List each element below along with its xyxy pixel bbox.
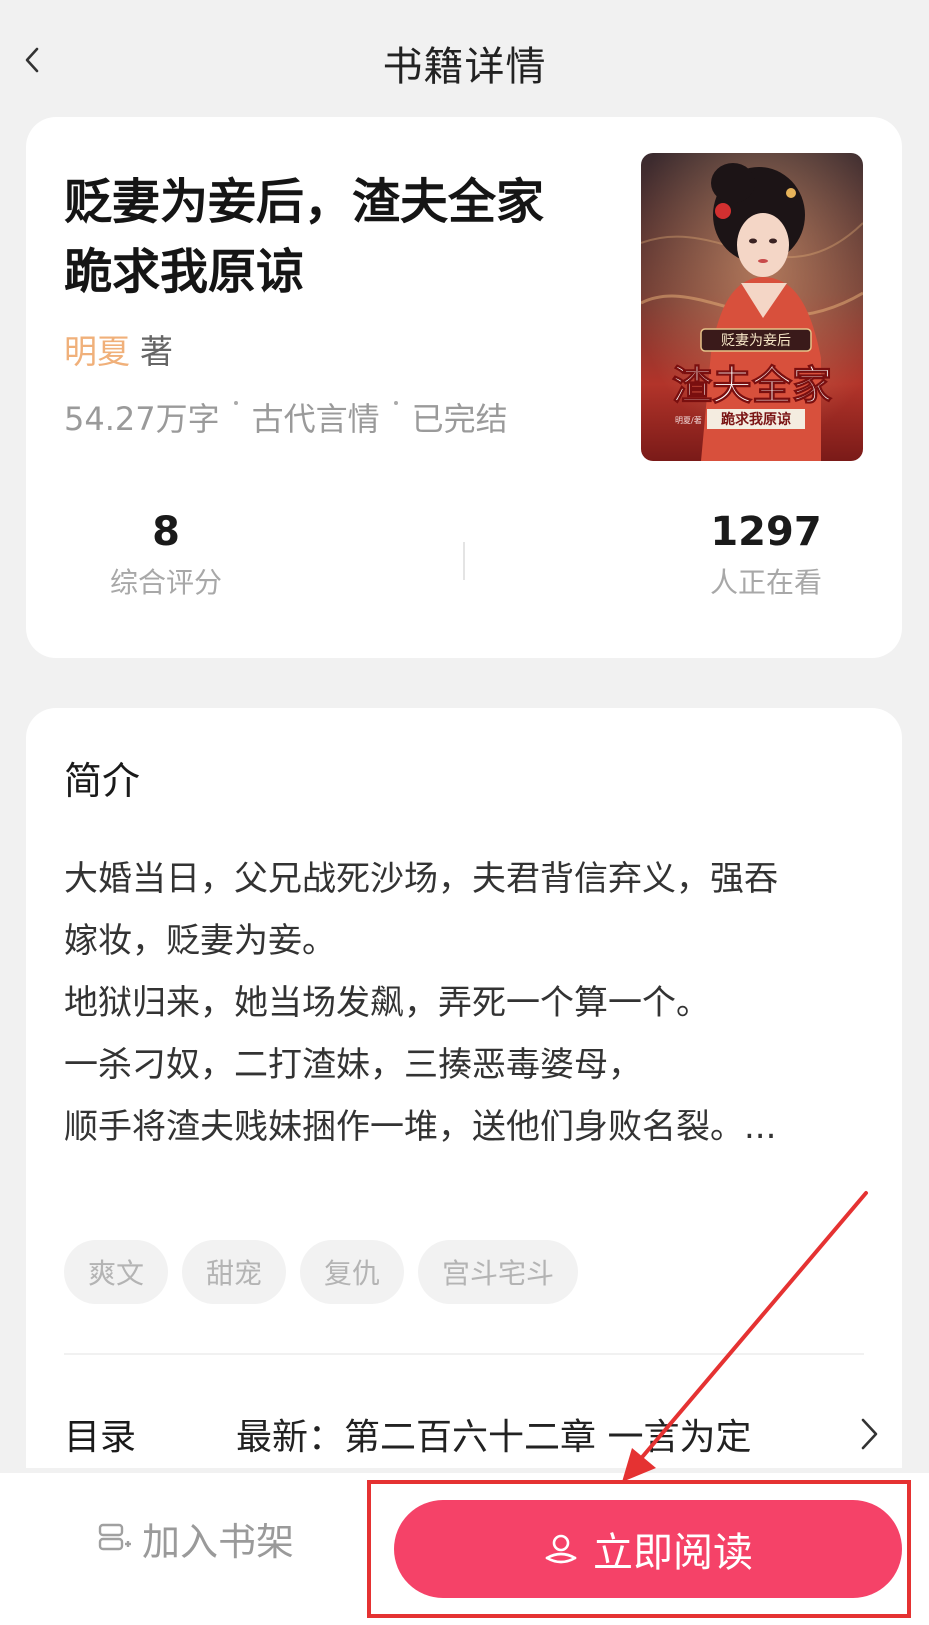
meta-separator [233, 401, 238, 405]
cover-sub-text: 跪求我原谅 [721, 411, 791, 428]
tag-item[interactable]: 宫斗宅斗 [418, 1240, 579, 1304]
toc-label: 目录 [64, 1417, 137, 1458]
tag-item[interactable]: 复仇 [300, 1240, 405, 1304]
tag-list: 爽文 甜宠 复仇 宫斗宅斗 [64, 1240, 592, 1304]
book-cover-art: 贬妻为妾后 渣夫全家 明夏/著 跪求我原谅 [641, 153, 863, 461]
bookshelf-add-icon [98, 1523, 131, 1551]
add-to-shelf-button[interactable]: 加入书架 [96, 1503, 294, 1573]
book-category: 古代言情 [251, 400, 380, 438]
book-cover[interactable]: 贬妻为妾后 渣夫全家 明夏/著 跪求我原谅 [641, 153, 863, 461]
cover-top-text: 贬妻为妾后 [721, 333, 791, 349]
book-info-card: 贬妻为妾后，渣夫全家 跪求我原谅 明夏著 54.27万字 古代言情 已完结 贬妻… [26, 117, 902, 658]
score-label: 综合评分 [109, 566, 222, 599]
word-count: 54.27万字 [64, 400, 220, 438]
cover-main-text: 渣夫全家 [672, 362, 832, 409]
author-suffix: 著 [140, 332, 173, 371]
book-title-line1: 贬妻为妾后，渣夫全家 [64, 174, 545, 230]
book-status: 已完结 [411, 400, 508, 438]
tag-item[interactable]: 甜宠 [182, 1240, 287, 1304]
chevron-right-icon [861, 1418, 878, 1450]
intro-card: 简介 大婚当日，父兄战死沙场，夫君背信弃义，强吞 嫁妆，贬妻为妾。 地狱归来，她… [26, 708, 902, 1468]
watching-stat: 1297 人正在看 [696, 509, 836, 601]
toc-latest-chapter: 最新：第二百六十二章 一言为定 [236, 1417, 752, 1458]
intro-text[interactable]: 大婚当日，父兄战死沙场，夫君背信弃义，强吞 嫁妆，贬妻为妾。 地狱归来，她当场发… [64, 848, 874, 1158]
divider [64, 1353, 864, 1355]
intro-line: 顺手将渣夫贱妹捆作一堆，送他们身败名裂。... [64, 1107, 777, 1147]
intro-line: 地狱归来，她当场发飙，弄死一个算一个。 [64, 983, 710, 1023]
author-line: 明夏著 [64, 325, 173, 373]
intro-line: 一杀刁奴，二打渣妹，三揍恶毒婆母， [64, 1045, 642, 1085]
intro-line: 大婚当日，父兄战死沙场，夫君背信弃义，强吞 [64, 859, 778, 899]
intro-line: 嫁妆，贬妻为妾。 [64, 921, 336, 961]
read-now-label: 立即阅读 [593, 1530, 753, 1576]
bottom-action-bar: 加入书架 立即阅读 [0, 1473, 929, 1625]
score-stat: 8 综合评分 [106, 509, 226, 601]
book-meta: 54.27万字 古代言情 已完结 [64, 394, 508, 440]
book-title: 贬妻为妾后，渣夫全家 跪求我原谅 [64, 167, 604, 307]
tag-item[interactable]: 爽文 [64, 1240, 169, 1304]
stat-divider [463, 542, 465, 580]
page-title: 书籍详情 [382, 44, 547, 90]
add-to-shelf-label: 加入书架 [142, 1519, 295, 1564]
cover-author-mark: 明夏/著 [675, 415, 702, 425]
intro-heading: 简介 [64, 759, 141, 803]
book-detail-page: 书籍详情 贬妻为妾后，渣夫全家 跪求我原谅 明夏著 54.27万字 古代言情 已… [0, 0, 929, 1625]
meta-separator [393, 401, 398, 405]
score-value: 8 [152, 509, 180, 555]
toc-row[interactable]: 目录 最新：第二百六十二章 一言为定 [64, 1408, 884, 1460]
read-now-button[interactable]: 立即阅读 [394, 1500, 902, 1598]
header: 书籍详情 [0, 0, 929, 118]
book-title-line2: 跪求我原谅 [64, 244, 305, 300]
watching-value: 1297 [710, 509, 822, 555]
watching-label: 人正在看 [709, 566, 822, 599]
author-name[interactable]: 明夏 [64, 332, 130, 371]
reader-icon [545, 1534, 577, 1564]
